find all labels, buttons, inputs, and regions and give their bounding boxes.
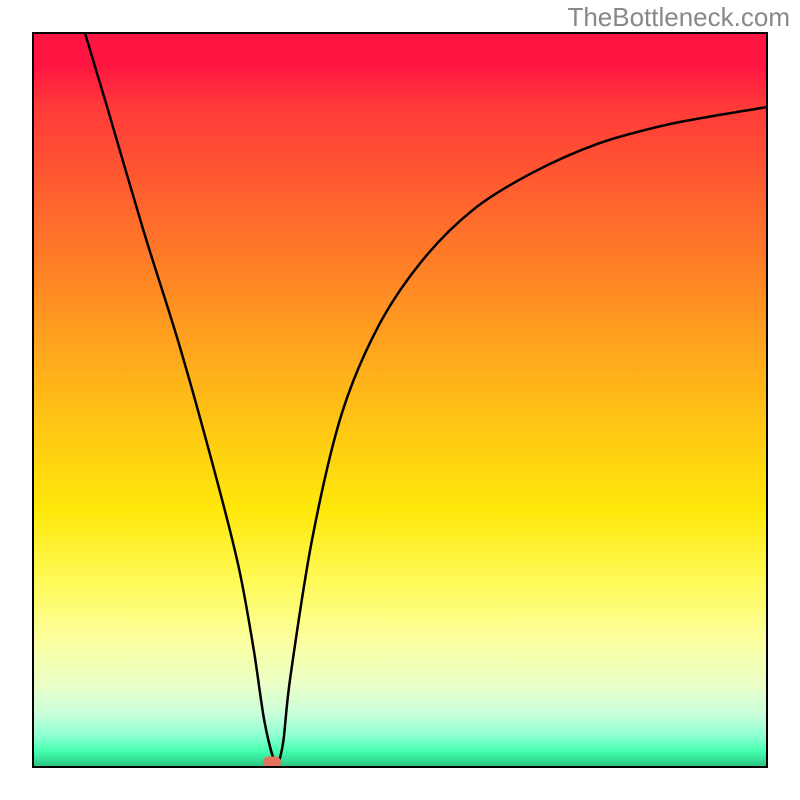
watermark-text: TheBottleneck.com (567, 2, 790, 33)
optimum-marker (263, 757, 281, 768)
chart-container: TheBottleneck.com (0, 0, 800, 800)
bottleneck-curve (85, 34, 766, 763)
plot-area (34, 34, 766, 766)
curve-svg (34, 34, 766, 766)
